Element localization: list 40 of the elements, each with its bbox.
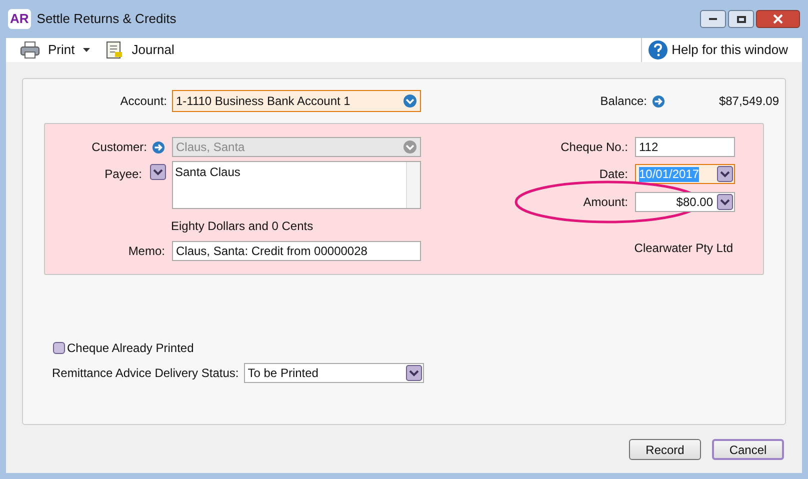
maximize-button[interactable] [728, 10, 754, 28]
arrow-right-icon[interactable] [152, 140, 165, 154]
cheque-number-field[interactable]: 112 [635, 137, 735, 157]
amount-field[interactable]: $80.00 [635, 192, 735, 212]
window-title: Settle Returns & Credits [36, 10, 176, 28]
record-button[interactable]: Record [629, 439, 701, 460]
notebook-icon [104, 41, 124, 59]
dropdown-icon[interactable] [403, 94, 417, 108]
account-label: Account: [119, 93, 167, 110]
amount-in-words: Eighty Dollars and 0 Cents [171, 218, 314, 235]
dropdown-button[interactable] [406, 365, 422, 381]
balance-label: Balance: [600, 93, 647, 110]
print-button[interactable]: Print [20, 40, 90, 60]
minimize-button[interactable] [700, 10, 726, 28]
remittance-dropdown[interactable]: To be Printed [244, 363, 424, 383]
journal-button[interactable]: Journal [104, 40, 174, 60]
customer-label: Customer: [90, 139, 147, 156]
app-logo: AR [8, 9, 31, 29]
checkbox[interactable] [53, 342, 65, 354]
arrow-right-icon[interactable] [652, 94, 665, 108]
dropdown-button[interactable] [717, 166, 733, 182]
remittance-label: Remittance Advice Delivery Status: [52, 365, 239, 382]
date-label: Date: [599, 166, 628, 183]
payee-field[interactable]: Santa Claus [172, 161, 421, 209]
checkbox-label: Cheque Already Printed [67, 340, 194, 357]
close-button[interactable] [756, 10, 800, 28]
help-button[interactable]: Help for this window [648, 40, 788, 60]
printer-icon [20, 41, 40, 59]
close-icon [773, 14, 783, 24]
company-name: Clearwater Pty Ltd [634, 240, 733, 257]
cheque-number-label: Cheque No.: [560, 139, 628, 156]
memo-label: Memo: [127, 243, 165, 260]
account-field[interactable]: 1-1110 Business Bank Account 1 [172, 90, 421, 112]
balance-value: $87,549.09 [718, 93, 780, 110]
payee-label: Payee: [104, 166, 142, 183]
memo-field[interactable]: Claus, Santa: Credit from 00000028 [172, 241, 421, 261]
cancel-button[interactable]: Cancel [712, 439, 784, 460]
dropdown-button[interactable] [717, 194, 733, 210]
dropdown-button[interactable] [150, 164, 166, 180]
amount-label: Amount: [583, 194, 628, 211]
